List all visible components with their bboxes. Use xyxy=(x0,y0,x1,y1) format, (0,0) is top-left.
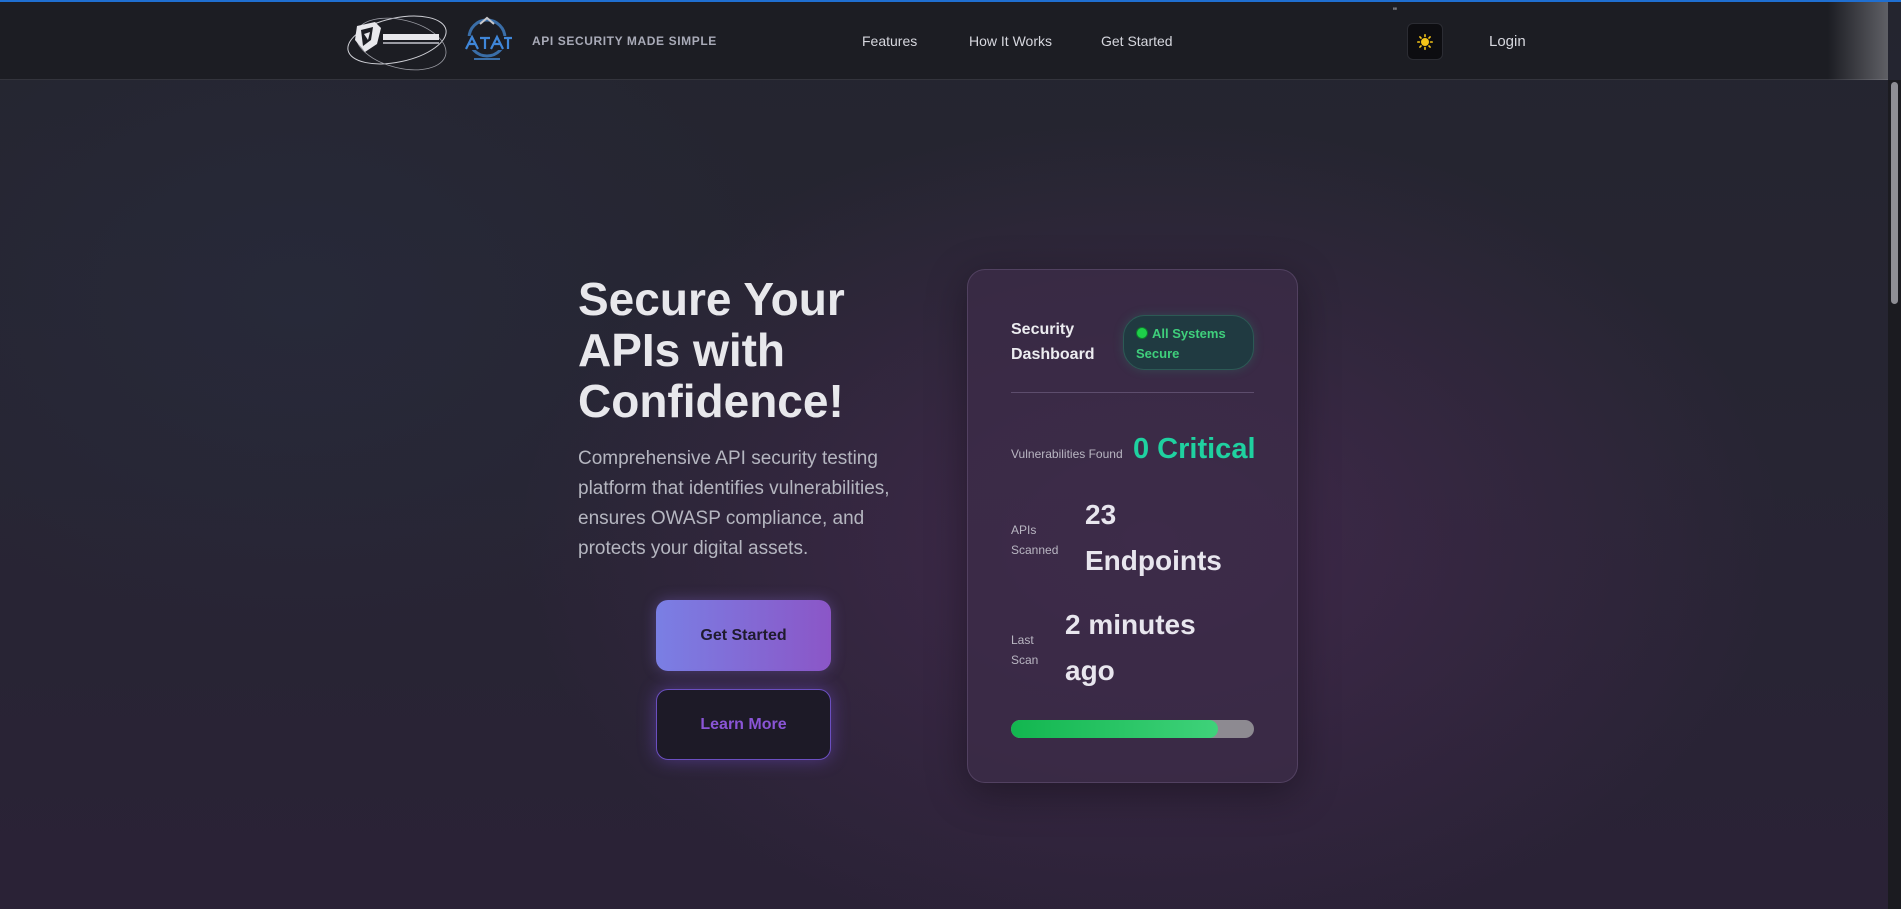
last-scan-label: Last Scan xyxy=(1011,633,1039,667)
dashboard-title: Security Dashboard xyxy=(1011,321,1095,363)
security-dashboard-card: Security Dashboard All Systems Secure Vu… xyxy=(967,269,1298,783)
bluevision-logo[interactable] xyxy=(345,10,451,72)
nav-link-get-started[interactable]: Get Started xyxy=(1101,33,1173,49)
green-dot-icon xyxy=(1136,327,1148,339)
scan-progress-fill xyxy=(1011,720,1218,738)
theme-toggle-button[interactable] xyxy=(1407,23,1443,60)
scrollbar-thumb[interactable] xyxy=(1891,82,1898,304)
atat-logo[interactable] xyxy=(460,16,514,66)
learn-more-button[interactable]: Learn More xyxy=(656,689,831,760)
hero-title: Secure Your APIs with Confidence! xyxy=(578,273,845,427)
login-link[interactable]: Login xyxy=(1489,33,1526,50)
apis-scanned-label: APIs Scanned xyxy=(1011,523,1059,557)
sun-icon xyxy=(1417,33,1433,50)
card-divider xyxy=(1011,392,1254,393)
navbar-edge-fade xyxy=(1828,2,1888,80)
vulnerabilities-label: Vulnerabilities Found xyxy=(1011,447,1123,461)
status-text: All Systems Secure xyxy=(1136,326,1226,361)
navbar: API SECURITY MADE SIMPLE Features How It… xyxy=(0,2,1888,80)
vulnerabilities-value: 0 Critical xyxy=(1133,433,1256,465)
hero-subtitle: Comprehensive API security testing platf… xyxy=(578,448,890,559)
scan-progress-bar xyxy=(1011,720,1254,738)
apis-scanned-value: 23 Endpoints xyxy=(1085,499,1222,576)
nav-link-how-it-works[interactable]: How It Works xyxy=(969,33,1052,49)
status-badge: All Systems Secure xyxy=(1123,315,1254,370)
get-started-button[interactable]: Get Started xyxy=(656,600,831,671)
stray-quote-mark: " xyxy=(1393,6,1397,18)
tagline: API SECURITY MADE SIMPLE xyxy=(532,34,717,48)
nav-link-features[interactable]: Features xyxy=(862,33,917,49)
last-scan-value: 2 minutes ago xyxy=(1065,609,1196,686)
